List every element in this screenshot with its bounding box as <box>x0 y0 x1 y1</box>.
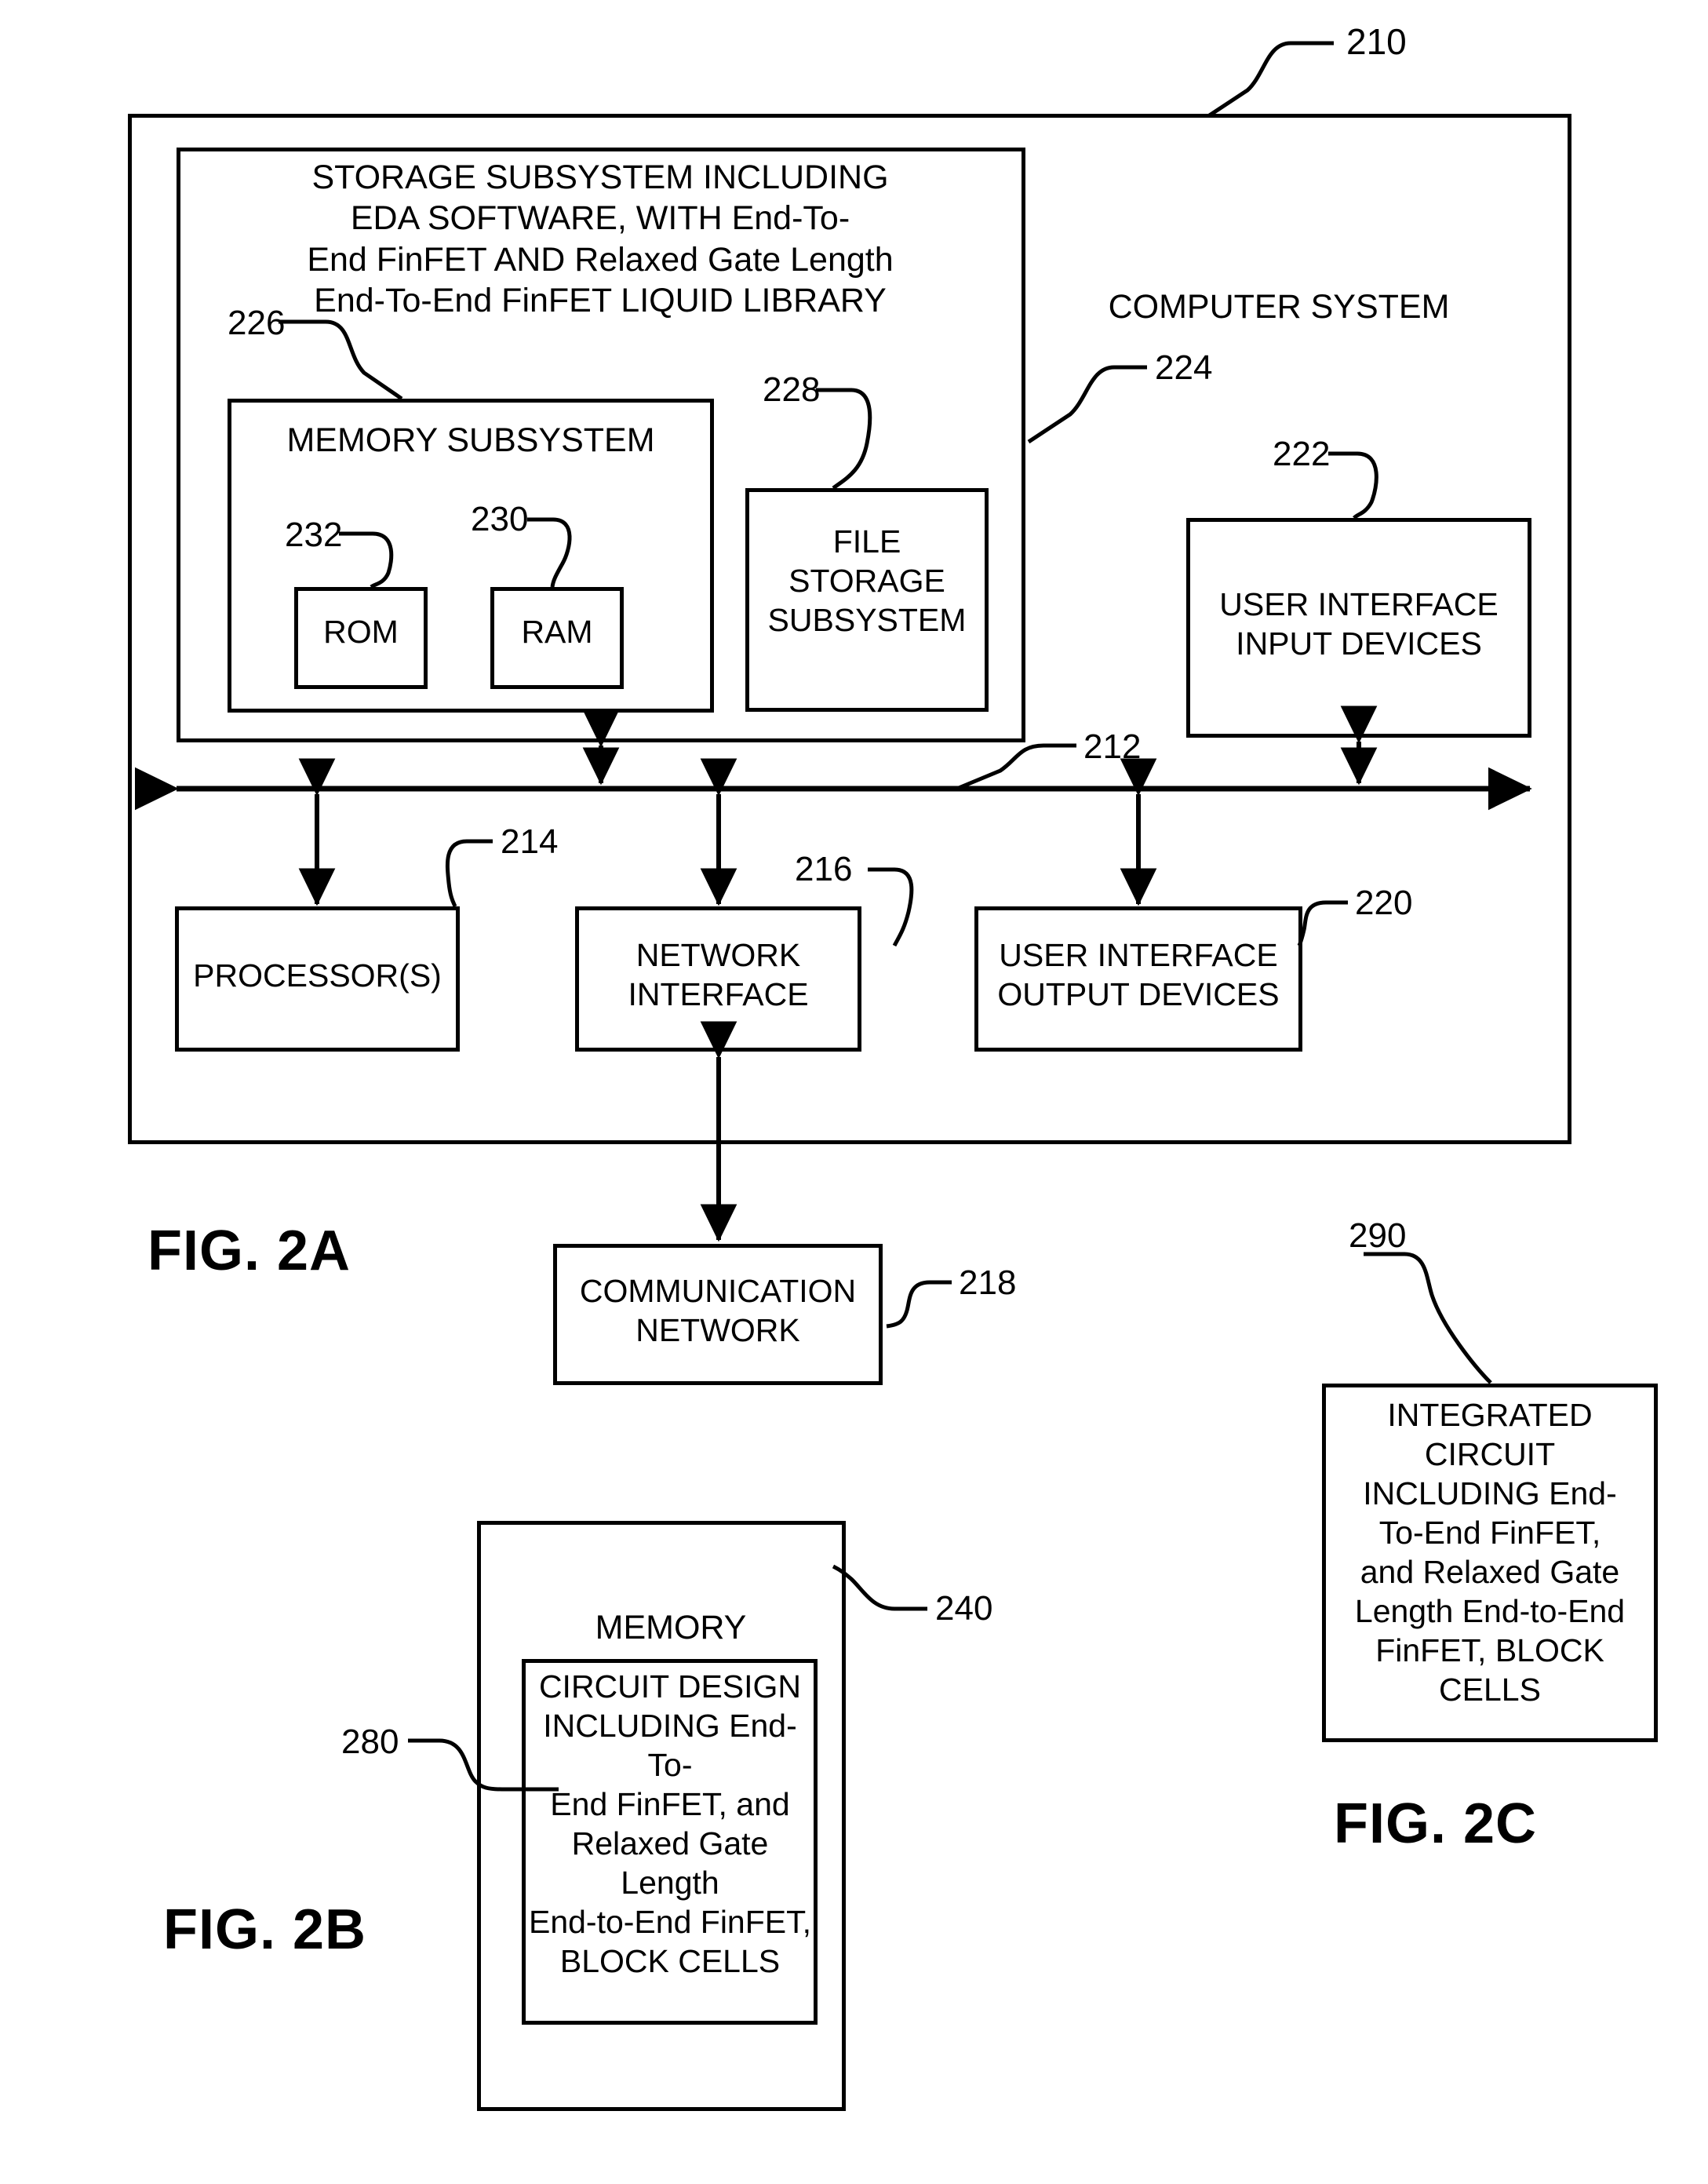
ram-label: RAM <box>521 614 593 650</box>
network-interface-label: NETWORK INTERFACE <box>628 937 809 1013</box>
figure-label-2c: FIG. 2C <box>1334 1792 1538 1855</box>
user-interface-output-devices-label: USER INTERFACE OUTPUT DEVICES <box>997 937 1280 1013</box>
ref-numeral-218: 218 <box>959 1263 1017 1302</box>
leader-240 <box>832 1564 927 1611</box>
leader-218 <box>886 1280 952 1329</box>
ref-numeral-220: 220 <box>1355 884 1413 922</box>
ref-numeral-230: 230 <box>471 500 529 538</box>
ref-numeral-280: 280 <box>341 1723 399 1761</box>
memory-subsystem-label: MEMORY SUBSYSTEM <box>286 421 655 459</box>
ref-numeral-212: 212 <box>1083 727 1142 766</box>
ref-numeral-228: 228 <box>763 370 821 409</box>
ref-numeral-240: 240 <box>935 1589 993 1628</box>
computer-system-label: COMPUTER SYSTEM <box>1108 288 1450 326</box>
user-interface-input-devices-label: USER INTERFACE INPUT DEVICES <box>1219 586 1499 662</box>
patent-figure-sheet: STORAGE SUBSYSTEM INCLUDING EDA SOFTWARE… <box>0 0 1708 2184</box>
ref-numeral-222: 222 <box>1273 435 1331 473</box>
processors-label: PROCESSOR(S) <box>193 957 442 994</box>
ref-numeral-214: 214 <box>501 822 559 861</box>
ref-numeral-216: 216 <box>795 850 853 888</box>
rom-label: ROM <box>323 614 399 650</box>
ref-numeral-224: 224 <box>1155 348 1213 387</box>
file-storage-subsystem-label: FILE STORAGE SUBSYSTEM <box>767 523 967 639</box>
integrated-circuit-label: INTEGRATED CIRCUIT INCLUDING End- To-End… <box>1354 1397 1626 1708</box>
figure-label-2b: FIG. 2B <box>163 1898 367 1961</box>
storage-subsystem-label: STORAGE SUBSYSTEM INCLUDING EDA SOFTWARE… <box>307 159 894 320</box>
ref-numeral-210: 210 <box>1346 21 1407 62</box>
leader-210 <box>1207 41 1334 118</box>
memory-label: MEMORY <box>595 1609 747 1646</box>
circuit-design-label: CIRCUIT DESIGN INCLUDING End-To- End Fin… <box>528 1668 812 1980</box>
communication-network-label: COMMUNICATION NETWORK <box>579 1273 857 1349</box>
ref-numeral-226: 226 <box>228 304 286 342</box>
figure-label-2a: FIG. 2A <box>147 1220 351 1282</box>
ref-numeral-290: 290 <box>1349 1216 1407 1255</box>
ref-numeral-232: 232 <box>285 516 343 554</box>
leader-290 <box>1364 1252 1492 1384</box>
